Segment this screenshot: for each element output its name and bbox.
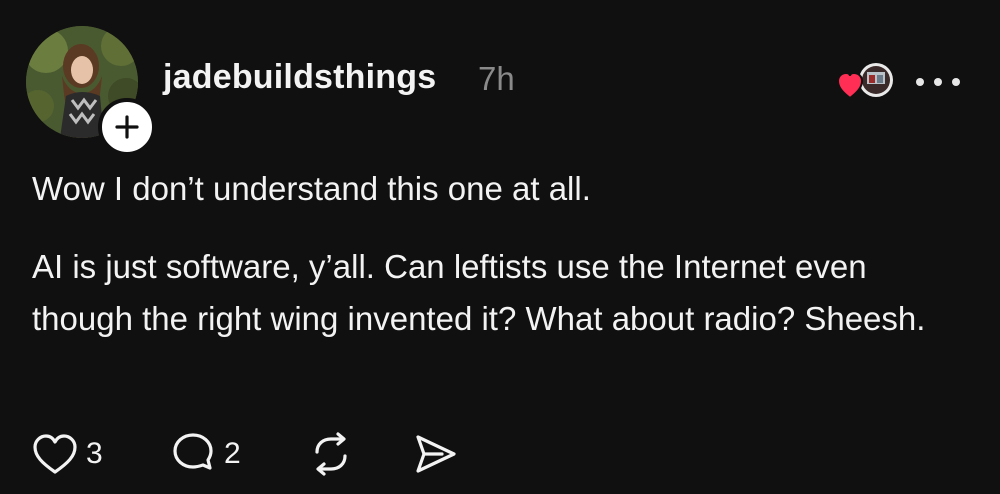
reply-button[interactable]: 2 — [170, 430, 241, 478]
share-button[interactable] — [412, 430, 458, 478]
like-count: 3 — [86, 437, 103, 470]
avatar-container — [26, 26, 156, 156]
post-card: jadebuildsthings 7h Wow I don’t understa… — [0, 0, 1000, 494]
heart-icon — [836, 71, 864, 100]
post-text-paragraph: Wow I don’t understand this one at all. — [32, 170, 591, 207]
username[interactable]: jadebuildsthings — [163, 58, 436, 97]
heart-outline-icon — [33, 434, 77, 474]
like-button[interactable]: 3 — [32, 430, 103, 478]
reply-count: 2 — [224, 437, 241, 470]
more-dot — [934, 78, 942, 86]
repost-button[interactable] — [308, 430, 354, 478]
post-timestamp: 7h — [478, 60, 515, 97]
more-dot — [952, 78, 960, 86]
follow-button[interactable] — [98, 98, 156, 156]
more-horizontal-icon — [916, 78, 924, 86]
post-text-paragraph: AI is just software, y’all. Can leftists… — [32, 248, 926, 337]
send-icon — [416, 435, 456, 473]
repost-icon — [315, 432, 347, 476]
liker-badge[interactable] — [836, 62, 898, 102]
chat-bubble-icon — [173, 433, 213, 470]
plus-icon — [115, 115, 139, 139]
more-options-button[interactable] — [916, 72, 960, 92]
